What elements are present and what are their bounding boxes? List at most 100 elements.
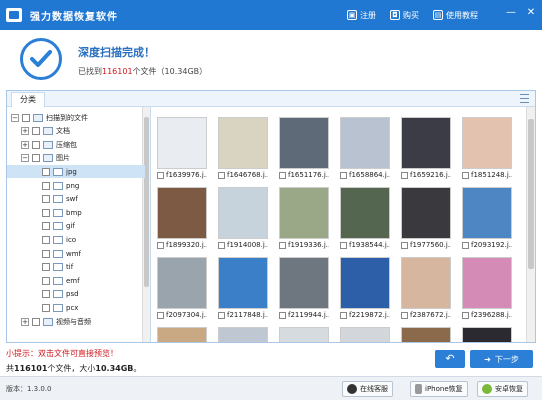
- tree-item-9[interactable]: ico: [7, 233, 145, 246]
- tree-item-0[interactable]: − 扫描到的文件: [7, 111, 145, 124]
- image-preview[interactable]: [157, 117, 207, 169]
- tree-checkbox[interactable]: [22, 113, 30, 122]
- tree-checkbox[interactable]: [42, 181, 50, 190]
- tree-checkbox[interactable]: [42, 249, 50, 258]
- file-thumbnail-item[interactable]: f1658864.j...: [340, 117, 390, 183]
- tree-item-14[interactable]: pcx: [7, 301, 145, 314]
- grid-scrollbar[interactable]: [526, 107, 535, 342]
- minimize-button[interactable]: —: [504, 6, 518, 20]
- tree-checkbox[interactable]: [32, 154, 40, 163]
- image-preview[interactable]: [340, 327, 390, 342]
- tree-checkbox[interactable]: [42, 303, 50, 312]
- file-thumbnail-item[interactable]: f2219872.j...: [340, 257, 390, 323]
- image-preview[interactable]: [401, 187, 451, 239]
- next-step-button[interactable]: ➜ 下一步: [470, 350, 533, 368]
- file-thumbnail-item[interactable]: f2387672.j...: [401, 257, 451, 323]
- file-checkbox[interactable]: [401, 312, 408, 319]
- tree-checkbox[interactable]: [42, 208, 50, 217]
- image-preview[interactable]: [218, 187, 268, 239]
- image-preview[interactable]: [401, 257, 451, 309]
- tree-checkbox[interactable]: [42, 167, 50, 176]
- tree-checkbox[interactable]: [42, 290, 50, 299]
- file-thumbnail-item[interactable]: [218, 327, 268, 342]
- file-checkbox[interactable]: [462, 172, 469, 179]
- file-checkbox[interactable]: [340, 242, 347, 249]
- collapse-icon[interactable]: −: [21, 154, 29, 163]
- image-preview[interactable]: [157, 187, 207, 239]
- android-recover-button[interactable]: 安卓恢复: [477, 381, 528, 397]
- menu-icon[interactable]: [520, 94, 529, 103]
- file-checkbox[interactable]: [279, 242, 286, 249]
- register-link[interactable]: ▣ 注册: [347, 10, 376, 21]
- file-thumbnail-item[interactable]: f1651176.j...: [279, 117, 329, 183]
- image-preview[interactable]: [340, 187, 390, 239]
- file-checkbox[interactable]: [340, 172, 347, 179]
- file-thumbnail-item[interactable]: f2097304.j...: [157, 257, 207, 323]
- image-preview[interactable]: [340, 117, 390, 169]
- file-thumbnail-item[interactable]: f1851248.j...: [462, 117, 512, 183]
- tree-item-4[interactable]: jpg: [7, 165, 145, 179]
- file-thumbnail-item[interactable]: f1639976.j...: [157, 117, 207, 183]
- tree-checkbox[interactable]: [42, 222, 50, 231]
- file-checkbox[interactable]: [462, 312, 469, 319]
- file-thumbnail-item[interactable]: f2119944.j...: [279, 257, 329, 323]
- image-preview[interactable]: [462, 117, 512, 169]
- tree-checkbox[interactable]: [42, 263, 50, 272]
- file-checkbox[interactable]: [218, 242, 225, 249]
- tree-item-2[interactable]: + 压缩包: [7, 138, 145, 151]
- tree-checkbox[interactable]: [42, 276, 50, 285]
- file-thumbnail-item[interactable]: [462, 327, 512, 342]
- image-preview[interactable]: [157, 327, 207, 342]
- tree-item-3[interactable]: − 图片: [7, 152, 145, 165]
- file-thumbnail-item[interactable]: [340, 327, 390, 342]
- collapse-icon[interactable]: −: [11, 113, 19, 122]
- file-thumbnail-item[interactable]: f1646768.j...: [218, 117, 268, 183]
- file-checkbox[interactable]: [157, 242, 164, 249]
- image-preview[interactable]: [462, 187, 512, 239]
- file-thumbnail-item[interactable]: f1938544.j...: [340, 187, 390, 253]
- image-preview[interactable]: [279, 117, 329, 169]
- file-checkbox[interactable]: [401, 172, 408, 179]
- file-thumbnail-item[interactable]: [157, 327, 207, 342]
- tree-item-12[interactable]: emf: [7, 274, 145, 287]
- file-thumbnail-item[interactable]: f2396288.j...: [462, 257, 512, 323]
- expand-icon[interactable]: +: [21, 127, 29, 136]
- file-thumbnail-item[interactable]: [401, 327, 451, 342]
- file-thumbnail-item[interactable]: f2117848.j...: [218, 257, 268, 323]
- tree-checkbox[interactable]: [32, 140, 40, 149]
- tree-item-5[interactable]: png: [7, 179, 145, 192]
- tree-item-13[interactable]: psd: [7, 288, 145, 301]
- grid-scroll-thumb[interactable]: [528, 119, 534, 269]
- file-thumbnail-item[interactable]: f1899320.j...: [157, 187, 207, 253]
- image-preview[interactable]: [462, 327, 512, 342]
- tree-checkbox[interactable]: [32, 317, 40, 326]
- online-service-button[interactable]: 在线客服: [342, 381, 393, 397]
- image-preview[interactable]: [218, 117, 268, 169]
- file-checkbox[interactable]: [462, 242, 469, 249]
- file-checkbox[interactable]: [157, 312, 164, 319]
- file-thumbnail-item[interactable]: f1914008.j...: [218, 187, 268, 253]
- image-preview[interactable]: [401, 327, 451, 342]
- file-thumbnail-item[interactable]: [279, 327, 329, 342]
- file-checkbox[interactable]: [157, 172, 164, 179]
- image-preview[interactable]: [279, 187, 329, 239]
- tree-checkbox[interactable]: [32, 127, 40, 136]
- file-checkbox[interactable]: [401, 242, 408, 249]
- tree-item-7[interactable]: bmp: [7, 206, 145, 219]
- file-thumbnail-item[interactable]: f2093192.j...: [462, 187, 512, 253]
- file-thumbnail-item[interactable]: f1659216.j...: [401, 117, 451, 183]
- tree-checkbox[interactable]: [42, 195, 50, 204]
- tree-item-8[interactable]: gif: [7, 220, 145, 233]
- file-checkbox[interactable]: [279, 312, 286, 319]
- image-preview[interactable]: [218, 327, 268, 342]
- image-preview[interactable]: [462, 257, 512, 309]
- image-preview[interactable]: [157, 257, 207, 309]
- image-preview[interactable]: [279, 257, 329, 309]
- tree-item-15[interactable]: + 视频与音频: [7, 315, 145, 328]
- expand-icon[interactable]: +: [21, 140, 29, 149]
- image-preview[interactable]: [401, 117, 451, 169]
- file-checkbox[interactable]: [218, 312, 225, 319]
- file-checkbox[interactable]: [340, 312, 347, 319]
- tree-item-1[interactable]: + 文档: [7, 125, 145, 138]
- tree-item-10[interactable]: wmf: [7, 247, 145, 260]
